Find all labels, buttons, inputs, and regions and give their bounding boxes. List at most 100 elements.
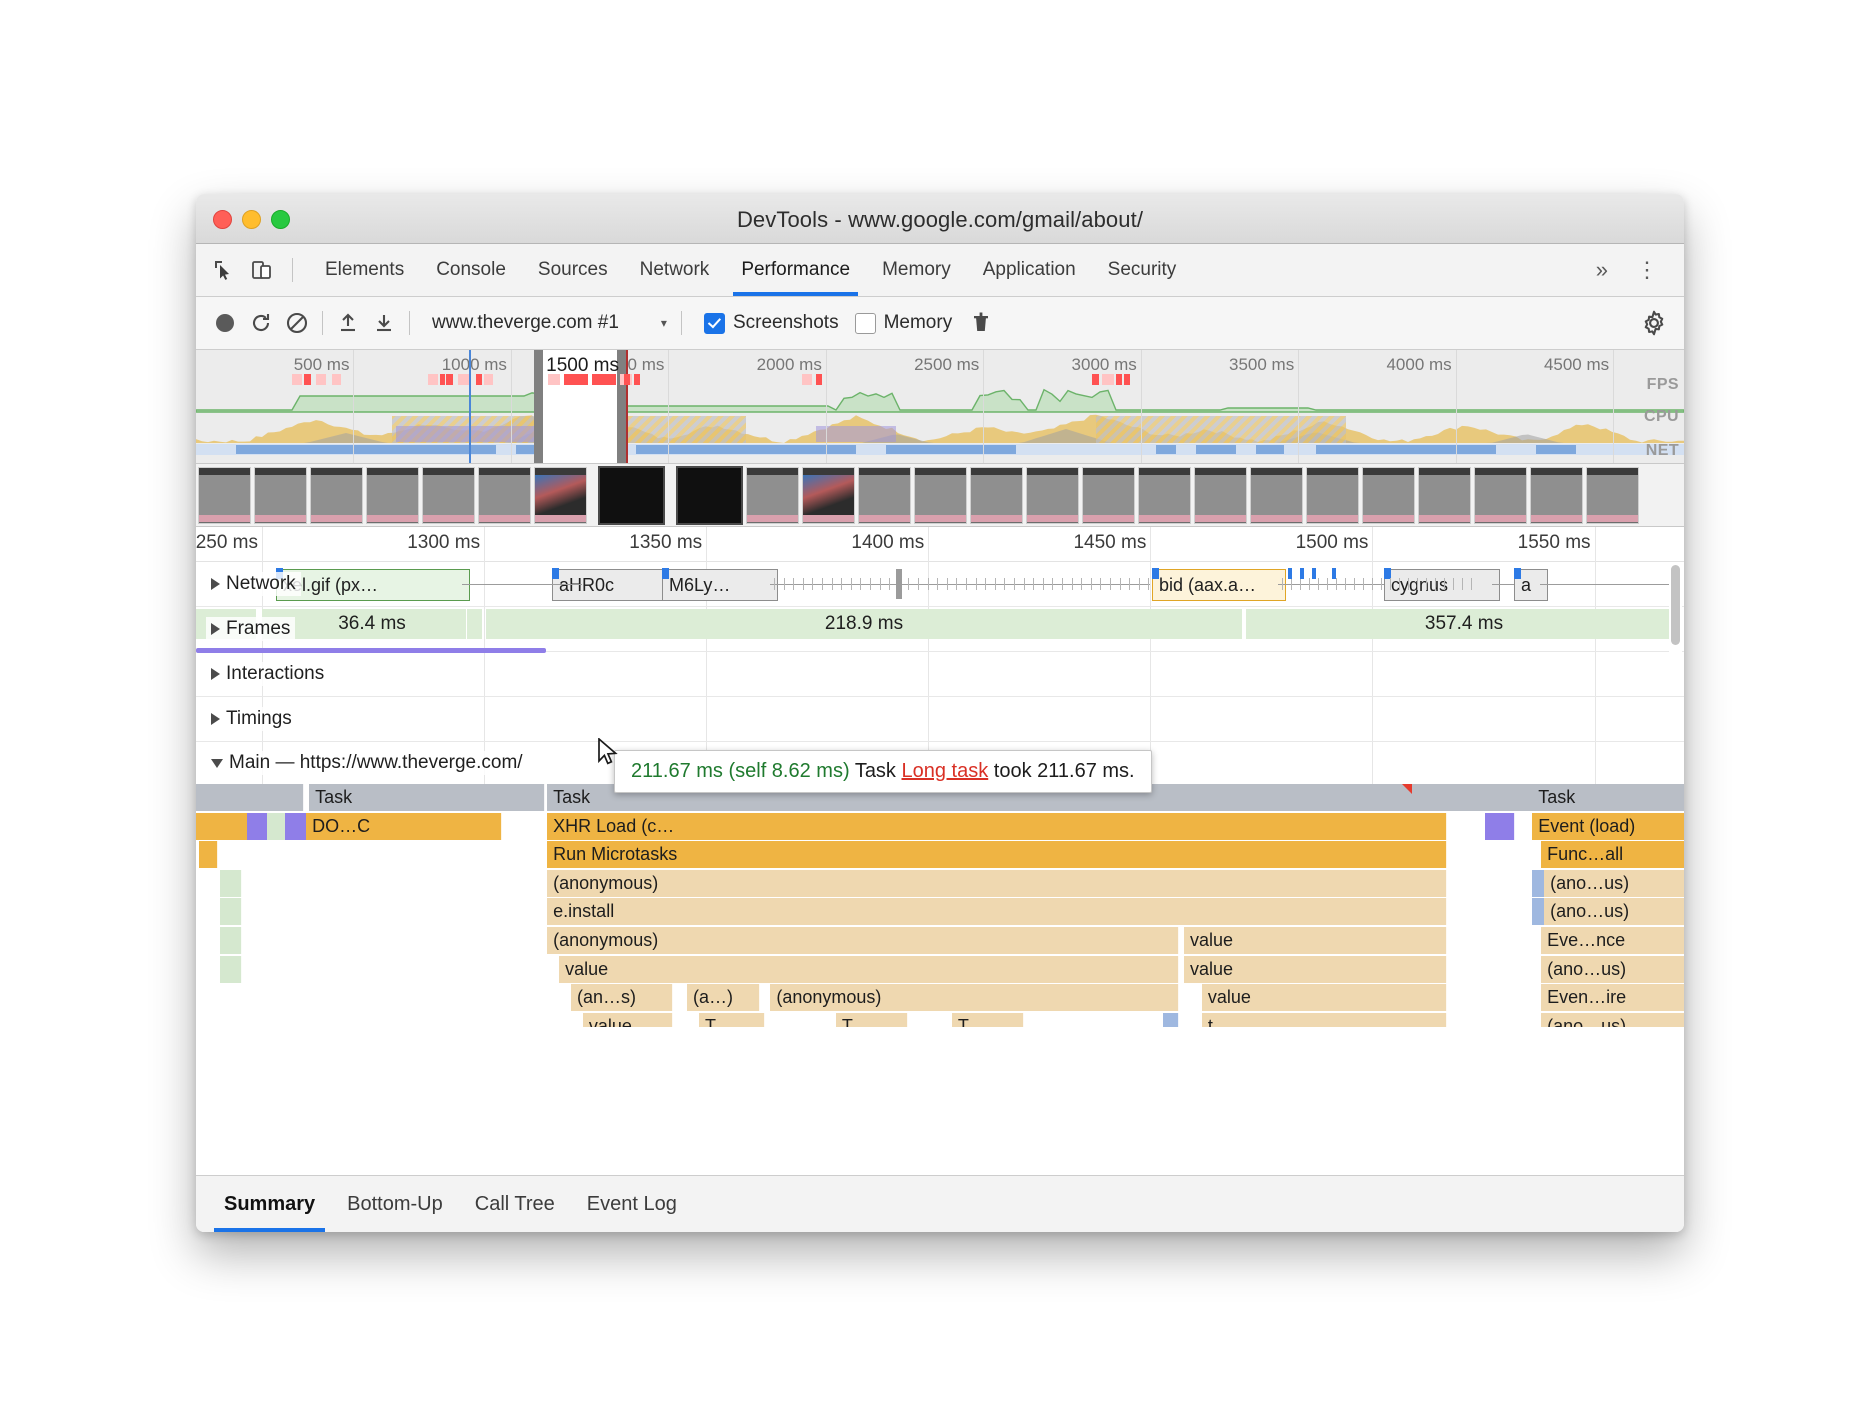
filmstrip-frame[interactable]	[1138, 467, 1191, 524]
filmstrip-frame[interactable]	[1530, 467, 1583, 524]
flame-block[interactable]: T	[952, 1013, 1024, 1027]
flame-block[interactable]: (ano…us)	[1541, 1013, 1684, 1027]
flame-block[interactable]	[196, 784, 280, 811]
filmstrip-frame[interactable]	[478, 467, 531, 524]
flame-block[interactable]: e.install	[547, 898, 1447, 925]
flame-block[interactable]: value	[559, 956, 1179, 983]
filmstrip-frame[interactable]	[1250, 467, 1303, 524]
flame-block[interactable]: XHR Load (c…	[547, 813, 1447, 840]
flame-block[interactable]: (ano…us)	[1541, 956, 1684, 983]
filmstrip[interactable]	[196, 464, 1684, 527]
filmstrip-frame[interactable]	[1306, 467, 1359, 524]
flame-block[interactable]: Task	[309, 784, 502, 811]
frame-block[interactable]: 218.9 ms	[486, 609, 1243, 639]
filmstrip-frame[interactable]	[198, 467, 251, 524]
track-network[interactable]: xel.gif (px…aHR0cM6Ly…bid (aax.a…cygnusa…	[196, 562, 1684, 607]
load-profile-icon[interactable]	[331, 306, 365, 340]
gear-icon[interactable]	[1636, 305, 1672, 341]
device-toolbar-icon[interactable]	[248, 256, 276, 284]
network-request-bar[interactable]: cygnus	[1384, 569, 1500, 601]
tab-application[interactable]: Application	[967, 244, 1092, 296]
filmstrip-frame[interactable]	[254, 467, 307, 524]
filmstrip-frame[interactable]	[422, 467, 475, 524]
track-timings-header[interactable]: Timings	[206, 707, 297, 731]
flame-block[interactable]	[1485, 813, 1516, 840]
tab-sources[interactable]: Sources	[522, 244, 624, 296]
filmstrip-frame[interactable]	[1082, 467, 1135, 524]
track-network-header[interactable]: Network	[206, 572, 301, 596]
flame-block[interactable]: value	[1184, 927, 1447, 954]
profile-select[interactable]: www.theverge.com #1 ▾	[426, 308, 673, 338]
flame-block[interactable]: (an…s)	[571, 984, 673, 1011]
tab-console[interactable]: Console	[420, 244, 522, 296]
selection-handle-left[interactable]	[534, 350, 543, 463]
flame-block[interactable]	[500, 784, 546, 811]
track-frames[interactable]: 36.4 ms218.9 ms357.4 ms Frames	[196, 607, 1684, 652]
flame-block[interactable]: (anonymous)	[770, 984, 1179, 1011]
filmstrip-frame[interactable]	[858, 467, 911, 524]
filmstrip-frame[interactable]	[534, 467, 587, 524]
tab-network[interactable]: Network	[624, 244, 726, 296]
flame-block[interactable]: value	[583, 1013, 673, 1027]
flame-block[interactable]	[220, 870, 242, 897]
filmstrip-frame[interactable]	[1026, 467, 1079, 524]
flame-block[interactable]: T	[699, 1013, 766, 1027]
flame-block[interactable]	[220, 927, 242, 954]
flame-block[interactable]	[220, 898, 242, 925]
tab-security[interactable]: Security	[1092, 244, 1193, 296]
flame-block[interactable]: t	[1202, 1013, 1447, 1027]
flame-block[interactable]: (ano…us)	[1544, 898, 1684, 925]
timeline-tracks[interactable]: 1250 ms1300 ms1350 ms1400 ms1450 ms1500 …	[196, 527, 1684, 1027]
track-frames-header[interactable]: Frames	[206, 617, 295, 641]
filmstrip-frame[interactable]	[802, 467, 855, 524]
flame-block[interactable]	[285, 813, 307, 840]
tab-elements[interactable]: Elements	[309, 244, 420, 296]
track-timings[interactable]: Timings	[196, 697, 1684, 742]
flame-block[interactable]: Run Microtasks	[547, 841, 1447, 868]
filmstrip-frame[interactable]	[1194, 467, 1247, 524]
memory-checkbox[interactable]: Memory	[855, 312, 953, 334]
tab-performance[interactable]: Performance	[725, 244, 866, 296]
filmstrip-frame[interactable]	[310, 467, 363, 524]
flame-block[interactable]: Event (load)	[1532, 813, 1684, 840]
flame-block[interactable]: Eve…nce	[1541, 927, 1684, 954]
flame-block[interactable]: value	[1184, 956, 1447, 983]
reload-record-icon[interactable]	[244, 306, 278, 340]
filmstrip-frame[interactable]	[970, 467, 1023, 524]
tracks-scrollbar[interactable]	[1669, 563, 1682, 673]
network-request-bar[interactable]: xel.gif (px…	[276, 569, 470, 601]
flame-block[interactable]	[279, 784, 304, 811]
flame-block[interactable]: (ano…us)	[1544, 870, 1684, 897]
main-menu-icon[interactable]: ⋮	[1624, 257, 1670, 283]
flame-block[interactable]	[220, 956, 242, 983]
filmstrip-frame[interactable]	[366, 467, 419, 524]
track-main-header[interactable]: Main — https://www.theverge.com/	[206, 751, 528, 775]
filmstrip-frame[interactable]	[1474, 467, 1527, 524]
flame-block[interactable]	[199, 841, 218, 868]
track-interactions-header[interactable]: Interactions	[206, 662, 329, 686]
tab-memory[interactable]: Memory	[866, 244, 967, 296]
filmstrip-frame[interactable]	[746, 467, 799, 524]
filmstrip-frame[interactable]	[676, 466, 743, 525]
details-tab-summary[interactable]: Summary	[208, 1176, 331, 1232]
filmstrip-frame[interactable]	[598, 466, 665, 525]
details-tab-call-tree[interactable]: Call Tree	[459, 1176, 571, 1232]
record-circle-icon[interactable]	[208, 306, 242, 340]
filmstrip-frame[interactable]	[1586, 467, 1639, 524]
network-request-bar[interactable]: aHR0c	[552, 569, 664, 601]
flame-block[interactable]	[1446, 784, 1533, 811]
network-request-bar[interactable]: M6Ly…	[662, 569, 778, 601]
tooltip-long-task-link[interactable]: Long task	[902, 760, 989, 782]
filmstrip-frame[interactable]	[1362, 467, 1415, 524]
save-profile-icon[interactable]	[367, 306, 401, 340]
flame-block[interactable]: (a…)	[687, 984, 759, 1011]
flame-block[interactable]: Func…all	[1541, 841, 1684, 868]
filmstrip-frame[interactable]	[914, 467, 967, 524]
frame-block[interactable]: 357.4 ms	[1246, 609, 1683, 639]
flame-chart[interactable]: TaskTaskTaskDO…CXHR Load (c…Event (load)…	[196, 784, 1684, 1027]
flame-block[interactable]	[1163, 1013, 1179, 1027]
inspect-cursor-icon[interactable]	[210, 256, 238, 284]
frame-block[interactable]	[406, 609, 467, 639]
timeline-overview[interactable]: FPS CPU NET 500 ms1000 ms1500 ms2000 ms2…	[196, 350, 1684, 464]
details-tab-event-log[interactable]: Event Log	[571, 1176, 693, 1232]
